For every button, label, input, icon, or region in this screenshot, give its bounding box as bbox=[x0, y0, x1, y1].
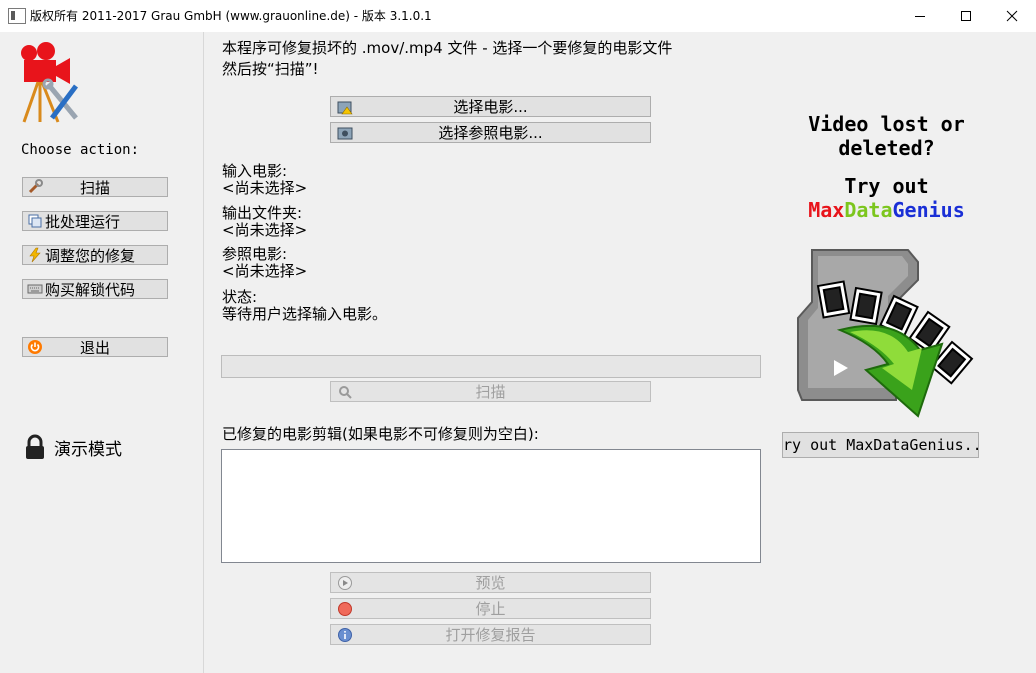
maximize-button[interactable] bbox=[943, 0, 989, 32]
title-bar: 版权所有 2011-2017 Grau GmbH (www.grauonline… bbox=[0, 0, 1036, 32]
brand-part-genius: Genius bbox=[892, 198, 965, 222]
promo-line-1: Video lost or bbox=[808, 112, 965, 136]
tune-repair-label: 调整您的修复 bbox=[45, 246, 136, 265]
movie-warning-icon bbox=[337, 101, 353, 115]
description-line-2: 然后按“扫描”! bbox=[222, 60, 319, 78]
promo-brand: MaxDataGenius bbox=[783, 198, 990, 222]
maximize-icon bbox=[961, 11, 971, 21]
close-icon bbox=[1006, 10, 1018, 22]
output-folder-label: 输出文件夹: bbox=[222, 204, 303, 222]
demo-mode-indicator: 演示模式 bbox=[24, 434, 122, 460]
play-icon bbox=[338, 576, 352, 590]
progress-bar bbox=[221, 355, 761, 378]
tune-repair-button[interactable]: 调整您的修复 bbox=[22, 245, 168, 265]
status-value: 等待用户选择输入电影。 bbox=[222, 305, 388, 323]
try-maxdatagenius-button[interactable]: ry out MaxDataGenius.. bbox=[782, 432, 979, 458]
keyboard-icon bbox=[25, 280, 45, 298]
description-line-1: 本程序可修复损坏的 .mov/.mp4 文件 - 选择一个要修复的电影文件 bbox=[222, 39, 673, 57]
minimize-icon bbox=[915, 16, 925, 17]
input-movie-label: 输入电影: bbox=[222, 162, 288, 180]
sd-card-film-graphic-icon bbox=[797, 249, 974, 418]
stop-button[interactable]: 停止 bbox=[330, 598, 651, 619]
movie-icon bbox=[337, 127, 353, 140]
output-folder-block: 输出文件夹: <尚未选择> bbox=[222, 205, 307, 239]
batch-icon bbox=[25, 212, 45, 230]
preview-button[interactable]: 预览 bbox=[330, 572, 651, 593]
status-label: 状态: bbox=[222, 288, 258, 306]
sidebar: Choose action: 扫描 批处理运行 调整您的修复 购买解锁代码 退出 bbox=[0, 32, 204, 673]
status-block: 状态: 等待用户选择输入电影。 bbox=[222, 289, 387, 323]
preview-label: 预览 bbox=[475, 574, 506, 592]
wrench-icon bbox=[25, 178, 45, 196]
select-reference-button[interactable]: 选择参照电影... bbox=[330, 122, 651, 143]
batch-run-label: 批处理运行 bbox=[45, 212, 121, 231]
scan-button[interactable]: 扫描 bbox=[330, 381, 651, 402]
select-movie-button[interactable]: 选择电影... bbox=[330, 96, 651, 117]
batch-run-button[interactable]: 批处理运行 bbox=[22, 211, 168, 231]
scan-action-label: 扫描 bbox=[79, 178, 110, 197]
reference-movie-value: <尚未选择> bbox=[222, 262, 308, 280]
choose-action-label: Choose action: bbox=[21, 142, 140, 158]
info-icon bbox=[338, 628, 352, 642]
lightning-icon bbox=[25, 246, 45, 264]
reference-movie-label: 参照电影: bbox=[222, 245, 288, 263]
minimize-button[interactable] bbox=[897, 0, 943, 32]
brand-part-data: Data bbox=[844, 198, 893, 222]
stop-label: 停止 bbox=[475, 600, 506, 618]
promo-panel: Video lost or deleted? Try out MaxDataGe… bbox=[783, 112, 990, 222]
window-title: 版权所有 2011-2017 Grau GmbH (www.grauonline… bbox=[30, 9, 432, 23]
camera-tools-logo-icon bbox=[21, 42, 78, 123]
lock-icon bbox=[26, 434, 44, 459]
buy-unlock-code-label: 购买解锁代码 bbox=[45, 280, 136, 299]
input-movie-value: <尚未选择> bbox=[222, 179, 308, 197]
demo-mode-label: 演示模式 bbox=[54, 439, 122, 460]
exit-button[interactable]: 退出 bbox=[22, 337, 168, 357]
output-folder-value: <尚未选择> bbox=[222, 221, 308, 239]
input-movie-block: 输入电影: <尚未选择> bbox=[222, 163, 307, 197]
open-report-label: 打开修复报告 bbox=[445, 626, 536, 644]
scan-label: 扫描 bbox=[475, 383, 506, 401]
select-movie-label: 选择电影... bbox=[453, 98, 528, 116]
repaired-clips-list[interactable] bbox=[221, 449, 761, 563]
exit-label: 退出 bbox=[79, 338, 110, 357]
close-button[interactable] bbox=[989, 0, 1035, 32]
promo-line-2: deleted? bbox=[838, 136, 935, 160]
stop-icon bbox=[338, 602, 352, 616]
reference-movie-block: 参照电影: <尚未选择> bbox=[222, 246, 307, 280]
select-reference-label: 选择参照电影... bbox=[438, 124, 543, 142]
buy-unlock-code-button[interactable]: 购买解锁代码 bbox=[22, 279, 168, 299]
brand-part-max: Max bbox=[808, 198, 845, 222]
app-icon bbox=[8, 8, 26, 24]
scan-action-button[interactable]: 扫描 bbox=[22, 177, 168, 197]
open-report-button[interactable]: 打开修复报告 bbox=[330, 624, 651, 645]
power-icon bbox=[25, 338, 45, 356]
promo-line-3: Try out bbox=[844, 174, 929, 198]
description: 本程序可修复损坏的 .mov/.mp4 文件 - 选择一个要修复的电影文件 然后… bbox=[222, 38, 672, 80]
repaired-clips-label: 已修复的电影剪辑(如果电影不可修复则为空白): bbox=[222, 425, 539, 443]
search-icon bbox=[339, 386, 352, 399]
